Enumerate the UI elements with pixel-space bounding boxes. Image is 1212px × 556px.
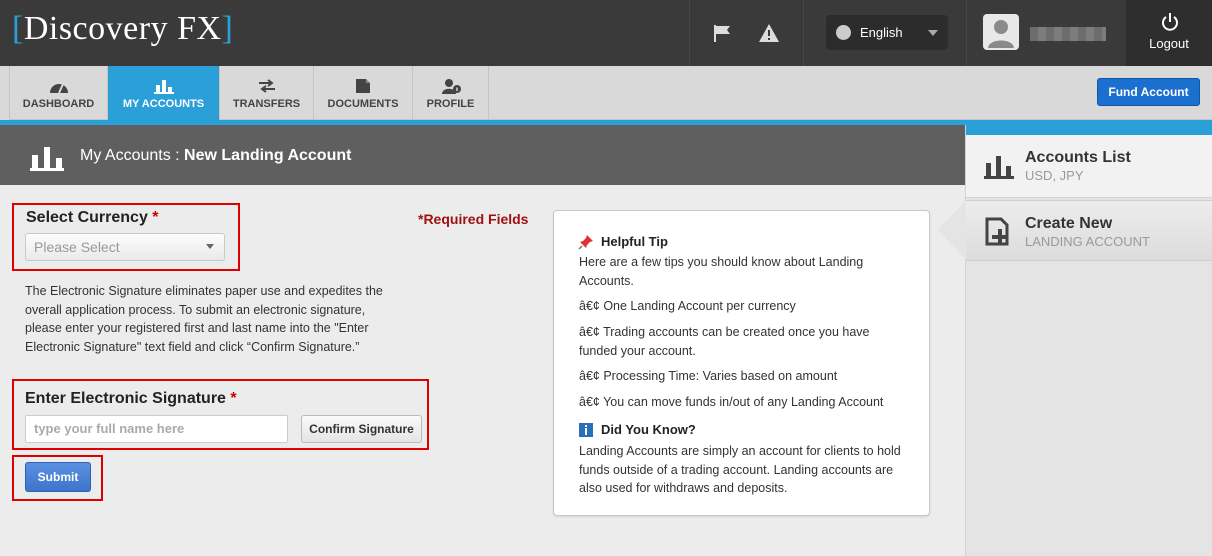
breadcrumb-section[interactable]: My Accounts [80,147,171,164]
required-fields-note: *Required Fields [418,211,529,227]
username-redacted [1030,27,1106,41]
did-you-know-title: Did You Know? [601,422,696,437]
warning-icon[interactable] [758,22,780,44]
tab-label: TRANSFERS [232,98,301,110]
page-title: My Accounts : New Landing Account [80,147,351,165]
breadcrumb-current: New Landing Account [184,147,352,164]
confirm-signature-button[interactable]: Confirm Signature [301,415,422,443]
tab-label: PROFILE [426,98,475,110]
signature-input[interactable]: type your full name here [25,415,288,443]
active-item-notch [938,200,966,260]
required-mark: * [230,390,237,407]
nav-edge [0,66,10,120]
tab-label: DASHBOARD [22,98,95,110]
sidebar-item-title: Create New [1025,215,1113,232]
tab-profile[interactable]: PROFILE [413,66,489,120]
sidebar-accent [966,125,1212,135]
sidebar-item-subtitle: LANDING ACCOUNT [1025,234,1150,249]
flag-icon[interactable] [711,22,733,44]
signature-description: The Electronic Signature eliminates pape… [25,284,383,354]
new-document-icon [985,217,1009,246]
tip-item: â€¢ One Landing Account per currency [579,299,796,313]
tip-item: â€¢ You can move funds in/out of any Lan… [579,395,884,409]
power-icon [1162,13,1178,31]
bar-chart-icon [153,80,174,94]
info-icon [579,423,593,437]
currency-label: Select Currency * [26,209,159,227]
did-you-know-text: Landing Accounts are simply an account f… [579,444,901,495]
tip-item: â€¢ Processing Time: Varies based on amo… [579,369,838,383]
currency-select-value: Please Select [34,239,120,255]
user-icon [988,20,1014,48]
globe-icon [836,25,851,40]
currency-select[interactable]: Please Select [25,233,225,261]
pushpin-icon [578,235,593,250]
divider [689,0,690,66]
required-mark: * [152,209,159,226]
bar-chart-icon [984,156,1014,179]
signature-label: Enter Electronic Signature * [25,390,237,408]
submit-button[interactable]: Submit [25,462,91,492]
brand-logo[interactable]: [Discovery FX] [12,10,233,48]
tab-dashboard[interactable]: DASHBOARD [10,66,108,120]
top-bar: [Discovery FX] English Logout [0,0,1212,66]
language-select[interactable]: English [826,15,948,50]
logout-button[interactable]: Logout [1126,0,1212,66]
transfer-arrows-icon [258,79,275,93]
sidebar-item-create-new[interactable]: Create New LANDING ACCOUNT [966,200,1212,261]
logo-bracket-right: ] [221,10,234,47]
breadcrumb-separator: : [170,147,185,164]
bar-chart-icon [30,147,64,171]
logo-bracket-left: [ [12,10,24,47]
page-header: My Accounts : New Landing Account [0,125,965,185]
tip-item: â€¢ Trading accounts can be created once… [579,325,870,358]
helpful-tip-title: Helpful Tip [601,234,668,249]
main-nav: DASHBOARD MY ACCOUNTS TRANSFERS DOCUMENT… [0,66,1212,128]
tab-label: DOCUMENTS [327,98,399,110]
logo-text: Discovery FX [23,10,222,47]
divider [966,0,967,66]
chevron-down-icon [928,30,938,36]
fund-account-button[interactable]: Fund Account [1097,78,1200,106]
chevron-down-icon [206,244,214,249]
divider [803,0,804,66]
tab-label: MY ACCOUNTS [122,98,205,110]
document-icon [356,79,370,93]
signature-label-text: Enter Electronic Signature [25,390,226,407]
avatar[interactable] [983,14,1019,50]
helpful-tip-intro: Here are a few tips you should know abou… [579,255,864,288]
sidebar-item-accounts-list[interactable]: Accounts List USD, JPY [966,135,1212,198]
tips-panel: Helpful Tip Here are a few tips you shou… [553,210,930,516]
currency-label-text: Select Currency [26,209,148,226]
tab-documents[interactable]: DOCUMENTS [314,66,413,120]
right-sidebar: Accounts List USD, JPY Create New LANDIN… [965,125,1212,556]
sidebar-item-subtitle: USD, JPY [1025,168,1084,183]
logout-label: Logout [1149,36,1189,51]
tab-my-accounts[interactable]: MY ACCOUNTS [108,66,220,128]
profile-icon [441,79,461,94]
language-label: English [860,25,903,40]
dashboard-icon [49,83,68,94]
sidebar-item-title: Accounts List [1025,149,1131,166]
tab-transfers[interactable]: TRANSFERS [220,66,314,120]
